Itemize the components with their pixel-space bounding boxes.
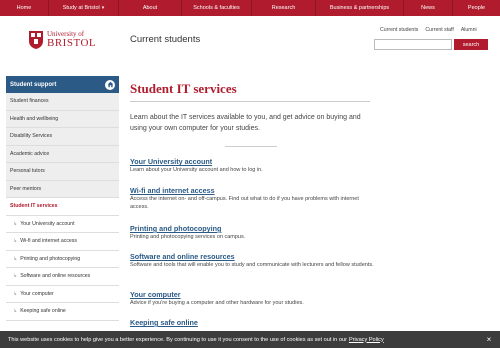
intro-text: Learn about the IT services available to… [130, 114, 361, 132]
sidebar-item-label: Your computer [20, 290, 54, 297]
intro-divider [225, 146, 277, 147]
site-title[interactable]: Current students [130, 34, 200, 45]
privacy-policy-link[interactable]: Privacy Policy [349, 337, 384, 343]
section-desc: Advice if you're buying a computer and o… [130, 300, 304, 306]
chevron-down-icon: ▾ [101, 5, 105, 11]
section-printing: Printing and photocopying Printing and p… [130, 224, 375, 242]
nav-business[interactable]: Business & partnerships [316, 0, 404, 16]
sidebar-item-label: Your University account [20, 220, 75, 227]
sidebar-subitem-software[interactable]: ↳ Software and online resources [6, 268, 119, 286]
section-link[interactable]: Your computer [130, 290, 375, 299]
sidebar-item-label: Peer mentors [10, 185, 42, 192]
nav-research-label: Research [271, 5, 296, 11]
sidebar-item-student-finances[interactable]: Student finances [6, 93, 119, 111]
section-desc: Access the internet on- and off-campus. … [130, 196, 359, 210]
sidebar-subitem-university-account[interactable]: ↳ Your University account [6, 215, 119, 233]
sidebar-item-health-wellbeing[interactable]: Health and wellbeing [6, 110, 119, 128]
nav-study[interactable]: Study at Bristol ▾ [49, 0, 119, 16]
close-icon[interactable]: × [484, 334, 494, 344]
section-link[interactable]: Wi-fi and internet access [130, 186, 375, 195]
section-software: Software and online resources Software a… [130, 252, 375, 270]
subitem-arrow-icon: ↳ [13, 290, 18, 297]
nav-about[interactable]: About [119, 0, 182, 16]
sidebar-nav: Student support Student finances Health … [6, 76, 119, 321]
subitem-arrow-icon: ↳ [13, 220, 18, 227]
section-safe-online: Keeping safe online [130, 318, 375, 327]
sidebar-heading-label: Student support [10, 81, 57, 88]
nav-schools-label: Schools & faculties [193, 5, 240, 11]
nav-home-label: Home [16, 5, 32, 11]
university-logo[interactable]: University of BRISTOL [28, 28, 98, 52]
section-link[interactable]: Printing and photocopying [130, 224, 375, 233]
nav-home[interactable]: Home [0, 0, 49, 16]
search-button[interactable]: search [454, 39, 488, 50]
sidebar-heading[interactable]: Student support [6, 76, 119, 93]
nav-news-label: News [421, 5, 435, 11]
section-desc: Printing and photocopying services on ca… [130, 234, 246, 240]
cookie-banner: This website uses cookies to help give y… [0, 331, 500, 348]
cookie-text: This website uses cookies to help give y… [8, 336, 347, 343]
page-title: Student IT services [130, 81, 237, 96]
nav-people[interactable]: People [453, 0, 500, 16]
sidebar-subitem-safe-online[interactable]: ↳ Keeping safe online [6, 303, 119, 321]
title-divider [130, 101, 370, 102]
nav-study-label: Study at Bristol [62, 5, 100, 11]
nav-schools[interactable]: Schools & faculties [182, 0, 252, 16]
nav-business-label: Business & partnerships [329, 5, 390, 11]
subitem-arrow-icon: ↳ [13, 238, 18, 245]
section-desc: Software and tools that will enable you … [130, 262, 374, 268]
sidebar-subitem-your-computer[interactable]: ↳ Your computer [6, 285, 119, 303]
subitem-arrow-icon: ↳ [13, 255, 18, 262]
section-your-computer: Your computer Advice if you're buying a … [130, 290, 375, 308]
sidebar-item-label: Student IT services [10, 203, 58, 210]
nav-news[interactable]: News [404, 0, 453, 16]
sidebar-subitem-wifi[interactable]: ↳ Wi-fi and internet access [6, 233, 119, 251]
section-link[interactable]: Keeping safe online [130, 318, 375, 327]
section-link[interactable]: Your University account [130, 157, 375, 166]
sidebar-item-academic-advice[interactable]: Academic advice [6, 145, 119, 163]
nav-research[interactable]: Research [252, 0, 316, 16]
util-link-current-students[interactable]: Current students [380, 27, 418, 33]
sidebar-item-label: Printing and photocopying [20, 255, 81, 262]
sidebar-item-label: Student finances [10, 98, 49, 105]
utility-links: Current students Current staff Alumni [380, 27, 477, 33]
sidebar-item-disability-services[interactable]: Disability Services [6, 128, 119, 146]
sidebar-item-personal-tutors[interactable]: Personal tutors [6, 163, 119, 181]
top-nav: Home Study at Bristol ▾ About Schools & f… [0, 0, 500, 16]
sidebar-subitem-printing[interactable]: ↳ Printing and photocopying [6, 250, 119, 268]
sidebar-item-label: Academic advice [10, 150, 50, 157]
home-icon[interactable] [105, 79, 115, 90]
util-link-alumni[interactable]: Alumni [461, 27, 477, 33]
logo-line2: BRISTOL [47, 37, 97, 49]
crest-icon [28, 30, 44, 50]
sidebar-item-label: Wi-fi and internet access [20, 238, 77, 245]
sidebar-item-label: Disability Services [10, 133, 53, 140]
sidebar-item-peer-mentors[interactable]: Peer mentors [6, 180, 119, 198]
section-desc: Learn about your University account and … [130, 167, 263, 173]
subitem-arrow-icon: ↳ [13, 308, 18, 315]
section-university-account: Your University account Learn about your… [130, 157, 375, 175]
util-link-current-staff[interactable]: Current staff [425, 27, 453, 33]
section-link[interactable]: Software and online resources [130, 252, 375, 261]
sidebar-item-label: Health and wellbeing [10, 115, 59, 122]
nav-about-label: About [142, 5, 158, 11]
sidebar-item-label: Keeping safe online [20, 308, 66, 315]
search-input[interactable] [374, 39, 452, 50]
sidebar-item-label: Personal tutors [10, 168, 45, 175]
sidebar-item-student-it-services[interactable]: Student IT services [6, 198, 119, 216]
sidebar-item-label: Software and online resources [20, 273, 91, 280]
nav-people-label: People [467, 5, 486, 11]
subitem-arrow-icon: ↳ [13, 273, 18, 280]
section-wifi: Wi-fi and internet access Access the int… [130, 186, 375, 212]
